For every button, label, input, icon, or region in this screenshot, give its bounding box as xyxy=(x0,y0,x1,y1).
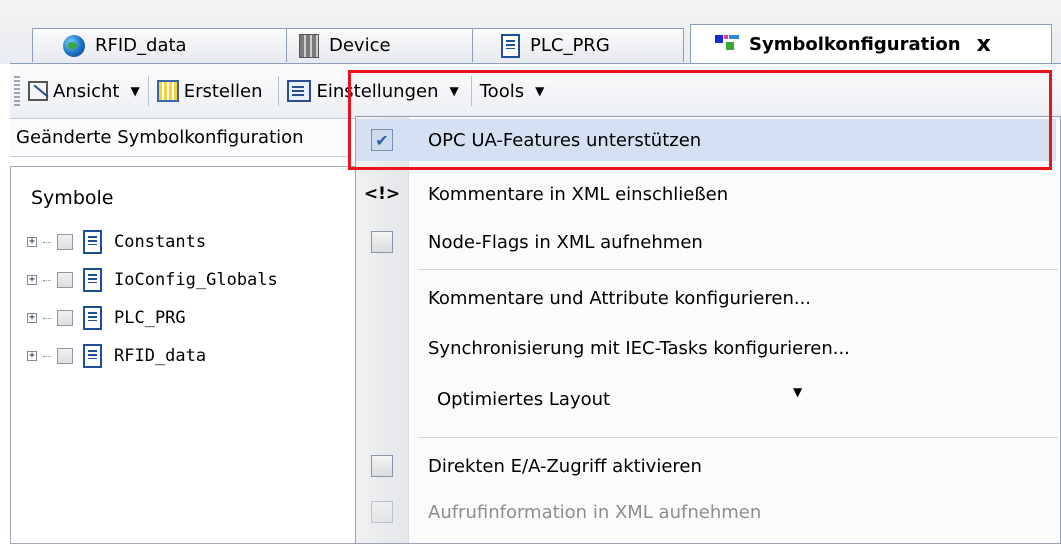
chevron-down-icon: ▼ xyxy=(130,84,140,98)
tree-item-checkbox[interactable] xyxy=(57,234,73,250)
tree-item[interactable]: + PLC_PRG xyxy=(27,305,186,331)
menu-item-label: Aufrufinformation in XML aufnehmen xyxy=(428,501,762,523)
create-icon xyxy=(156,80,179,102)
tree-item-checkbox[interactable] xyxy=(57,348,73,364)
checkbox-icon[interactable] xyxy=(371,455,393,477)
menu-item-node-flags[interactable]: Node-Flags in XML aufnehmen xyxy=(356,221,1056,263)
menu-item-label: Direkten E/A-Zugriff aktivieren xyxy=(428,455,702,477)
menu-separator xyxy=(418,269,1058,270)
tree-connector xyxy=(43,317,51,319)
tools-button[interactable]: Tools ▼ xyxy=(480,81,545,102)
settings-button[interactable]: Einstellungen ▼ xyxy=(287,80,459,102)
tools-button-label: Tools xyxy=(479,80,525,102)
tree-item[interactable]: + Constants xyxy=(27,229,206,255)
document-icon xyxy=(83,268,102,292)
tab-label: Device xyxy=(329,35,391,56)
view-icon xyxy=(28,81,48,101)
expand-icon[interactable]: + xyxy=(27,237,37,247)
document-tab-strip: RFID_data Device PLC_PRG Symbolkonfigura… xyxy=(0,0,1061,64)
tab-label: RFID_data xyxy=(95,35,187,56)
tree-connector xyxy=(43,279,51,281)
document-icon xyxy=(83,306,102,330)
globe-icon xyxy=(63,34,85,57)
menu-item-sync-iec-tasks[interactable]: Synchronisierung mit IEC-Tasks konfiguri… xyxy=(356,327,1056,369)
tab-label: Symbolkonfiguration xyxy=(749,34,961,55)
toolbar-separator xyxy=(470,76,472,106)
menu-item-direct-io-access[interactable]: Direkten E/A-Zugriff aktivieren xyxy=(356,445,1056,487)
menu-separator xyxy=(418,437,1058,438)
checkbox-icon[interactable] xyxy=(371,231,393,253)
settings-icon xyxy=(287,80,312,102)
tab-plc-prg[interactable]: PLC_PRG xyxy=(472,28,684,62)
tree-item-label: RFID_data xyxy=(114,346,207,366)
menu-item-comments-in-xml[interactable]: <!> Kommentare in XML einschließen xyxy=(356,173,1056,215)
tree-connector xyxy=(43,355,51,357)
menu-item-label: Kommentare in XML einschließen xyxy=(428,183,729,205)
chevron-down-icon[interactable]: ▼ xyxy=(793,385,802,399)
close-icon[interactable]: x xyxy=(977,32,991,57)
status-text: Geänderte Symbolkonfiguration xyxy=(10,119,350,157)
menu-item-configure-comments[interactable]: Kommentare und Attribute konfigurieren..… xyxy=(356,277,1056,319)
create-button[interactable]: Erstellen xyxy=(156,80,263,102)
layout-select[interactable]: Optimiertes Layout xyxy=(429,379,809,419)
pane-title: Symbole xyxy=(31,187,114,209)
settings-button-label: Einstellungen xyxy=(316,80,439,102)
document-icon xyxy=(83,230,102,254)
tree-connector xyxy=(43,241,51,243)
expand-icon[interactable]: + xyxy=(27,275,37,285)
expand-icon[interactable]: + xyxy=(27,351,37,361)
symbol-tree-pane: Symbole + Constants + IoConfig_Globals +… xyxy=(10,166,355,544)
checkbox-checked-icon[interactable]: ✔ xyxy=(371,129,393,151)
menu-item-label: Synchronisierung mit IEC-Tasks konfiguri… xyxy=(428,337,850,359)
document-icon xyxy=(83,344,102,368)
device-icon xyxy=(299,33,319,58)
settings-dropdown-menu: ✔ OPC UA-Features unterstützen <!> Komme… xyxy=(355,116,1061,544)
tab-symbolkonfiguration[interactable]: Symbolkonfiguration x xyxy=(690,24,1052,64)
menu-item-opc-ua-features[interactable]: ✔ OPC UA-Features unterstützen xyxy=(356,119,1056,161)
tree-item-label: Constants xyxy=(114,232,207,252)
tab-label: PLC_PRG xyxy=(530,35,610,56)
toolbar-separator xyxy=(278,76,280,106)
tree-item-label: IoConfig_Globals xyxy=(114,270,278,290)
menu-item-call-info-xml: Aufrufinformation in XML aufnehmen xyxy=(356,491,1056,533)
symbol-config-icon xyxy=(715,34,739,55)
chevron-down-icon: ▼ xyxy=(449,84,459,98)
view-button[interactable]: Ansicht ▼ xyxy=(28,81,140,102)
tree-item[interactable]: + RFID_data xyxy=(27,343,206,369)
toolbar-grip[interactable] xyxy=(14,76,20,106)
layout-select-value: Optimiertes Layout xyxy=(437,388,611,410)
tree-item[interactable]: + IoConfig_Globals xyxy=(27,267,278,293)
view-button-label: Ansicht xyxy=(53,80,120,102)
checkbox-disabled-icon xyxy=(371,501,393,523)
tab-device[interactable]: Device xyxy=(286,28,476,62)
menu-item-label: OPC UA-Features unterstützen xyxy=(428,129,702,151)
tree-item-label: PLC_PRG xyxy=(114,308,186,328)
tree-item-checkbox[interactable] xyxy=(57,310,73,326)
tree-item-checkbox[interactable] xyxy=(57,272,73,288)
xml-comment-icon: <!> xyxy=(363,184,401,204)
document-icon xyxy=(501,33,520,58)
expand-icon[interactable]: + xyxy=(27,313,37,323)
toolbar-separator xyxy=(147,76,149,106)
editor-toolbar: Ansicht ▼ Erstellen Einstellungen ▼ Tool… xyxy=(10,64,1061,119)
chevron-down-icon: ▼ xyxy=(535,84,545,98)
create-button-label: Erstellen xyxy=(183,80,263,102)
tab-rfid-data[interactable]: RFID_data xyxy=(32,28,290,62)
menu-item-label: Kommentare und Attribute konfigurieren..… xyxy=(428,287,812,309)
menu-item-label: Node-Flags in XML aufnehmen xyxy=(428,231,703,253)
